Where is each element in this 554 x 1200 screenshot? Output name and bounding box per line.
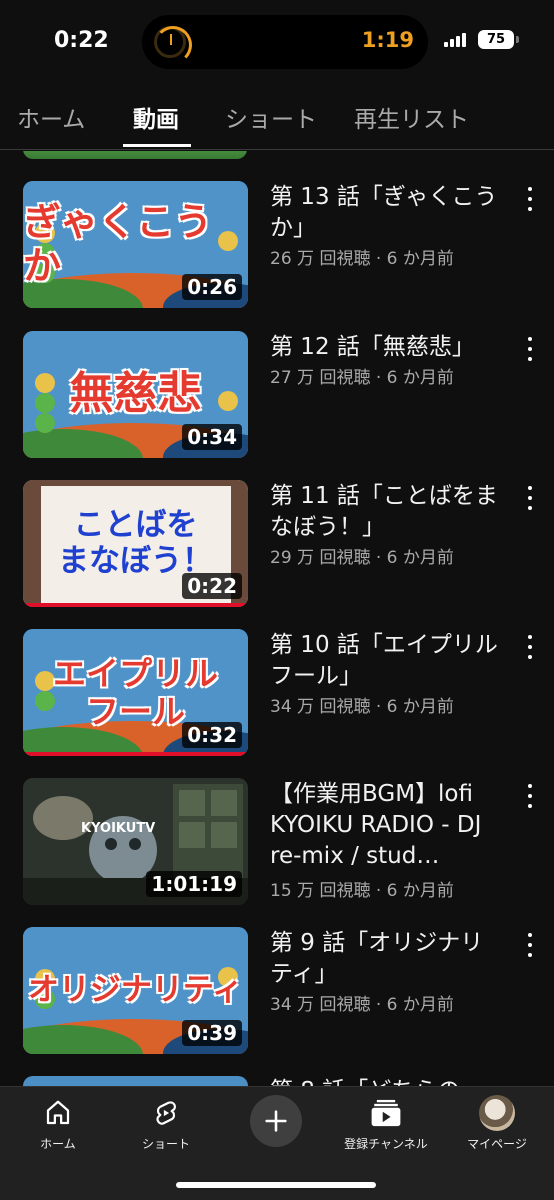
video-item[interactable]: KYOIKUTV 1:01:19 【作業用BGM】lofi KYOIKU RAD… — [0, 778, 554, 910]
status-time: 0:22 — [54, 28, 109, 53]
channel-tabs: ホーム 動画 ショート 再生リスト — [0, 84, 554, 150]
video-duration: 0:26 — [182, 274, 242, 300]
video-title[interactable]: 第 12 話「無慈悲」 — [270, 332, 506, 363]
video-duration: 1:01:19 — [146, 871, 242, 897]
video-duration: 0:32 — [182, 722, 242, 748]
more-options-icon[interactable] — [520, 635, 540, 659]
more-options-icon[interactable] — [520, 337, 540, 361]
nav-shorts[interactable]: ショート — [116, 1095, 216, 1152]
active-tab-indicator — [123, 144, 191, 147]
more-options-icon[interactable] — [520, 784, 540, 808]
video-title[interactable]: 【作業用BGM】lofi KYOIKU RADIO - DJ re-mix / … — [270, 779, 506, 872]
video-title[interactable]: 第 11 話「ことばをまなぼう！」 — [270, 481, 506, 543]
partial-video-thumbnail[interactable] — [23, 151, 247, 159]
nav-mypage-label: マイページ — [467, 1137, 527, 1151]
video-meta: 34 万 回視聴 · 6 か月前 — [270, 995, 454, 1015]
video-meta: 27 万 回視聴 · 6 か月前 — [270, 368, 454, 388]
nav-home[interactable]: ホーム — [8, 1095, 108, 1152]
subscriptions-icon — [336, 1095, 436, 1131]
video-meta: 34 万 回視聴 · 6 か月前 — [270, 697, 454, 717]
video-thumbnail[interactable]: KYOIKUTV 1:01:19 — [23, 778, 248, 905]
cellular-signal-icon — [444, 33, 466, 47]
nav-mypage[interactable]: マイページ — [447, 1095, 547, 1152]
create-button[interactable] — [250, 1095, 302, 1147]
video-item[interactable]: 無慈悲 0:34 第 12 話「無慈悲」 27 万 回視聴 · 6 か月前 — [0, 331, 554, 463]
video-thumbnail[interactable]: ぎゃくこうか 0:26 — [23, 181, 248, 308]
video-thumbnail[interactable]: オリジナリティ 0:39 — [23, 927, 248, 1054]
video-item[interactable]: ぎゃくこうか 0:26 第 13 話「ぎゃくこうか」 26 万 回視聴 · 6 … — [0, 181, 554, 313]
watch-progress-bar — [23, 752, 248, 756]
timer-icon — [154, 26, 192, 64]
nav-subscriptions-label: 登録チャンネル — [344, 1137, 428, 1151]
video-thumbnail[interactable]: 無慈悲 0:34 — [23, 331, 248, 458]
battery-icon: 75 — [478, 30, 514, 49]
video-title[interactable]: 第 10 話「エイプリルフール」 — [270, 630, 506, 692]
partial-video-title[interactable]: 第 8 話「どちらの — [270, 1071, 460, 1086]
island-timer-time: 1:19 — [361, 28, 414, 52]
watch-progress-bar — [23, 603, 248, 607]
tab-videos[interactable]: 動画 — [133, 100, 179, 134]
video-item[interactable]: オリジナリティ 0:39 第 9 話「オリジナリティ」 34 万 回視聴 · 6… — [0, 927, 554, 1059]
video-list[interactable]: ぎゃくこうか 0:26 第 13 話「ぎゃくこうか」 26 万 回視聴 · 6 … — [0, 151, 554, 1086]
video-meta: 26 万 回視聴 · 6 か月前 — [270, 249, 454, 269]
home-indicator[interactable] — [176, 1182, 376, 1188]
more-options-icon[interactable] — [520, 486, 540, 510]
battery-tip — [516, 36, 519, 43]
video-title[interactable]: 第 13 話「ぎゃくこうか」 — [270, 182, 506, 244]
more-options-icon[interactable] — [520, 933, 540, 957]
partial-video-thumbnail[interactable] — [23, 1076, 248, 1086]
video-duration: 0:22 — [182, 573, 242, 599]
more-options-icon[interactable] — [520, 187, 540, 211]
nav-shorts-label: ショート — [141, 1137, 190, 1151]
avatar — [479, 1095, 515, 1131]
video-item[interactable]: ことばを まなぼう！ 0:22 第 11 話「ことばをまなぼう！」 29 万 回… — [0, 480, 554, 612]
tab-home[interactable]: ホーム — [17, 100, 85, 134]
nav-home-label: ホーム — [40, 1137, 76, 1151]
video-duration: 0:39 — [182, 1020, 242, 1046]
home-icon — [8, 1095, 108, 1131]
tab-playlists[interactable]: 再生リスト — [354, 100, 469, 134]
plus-icon — [265, 1110, 287, 1132]
status-bar: 0:22 1:19 75 — [0, 0, 554, 84]
video-title[interactable]: 第 9 話「オリジナリティ」 — [270, 928, 506, 990]
video-thumbnail[interactable]: エイプリル フール 0:32 — [23, 629, 248, 756]
video-duration: 0:34 — [182, 424, 242, 450]
video-thumbnail[interactable]: ことばを まなぼう！ 0:22 — [23, 480, 248, 607]
dynamic-island: 1:19 — [142, 15, 428, 69]
shorts-icon — [116, 1095, 216, 1131]
video-meta: 29 万 回視聴 · 6 か月前 — [270, 548, 454, 568]
tab-shorts[interactable]: ショート — [225, 100, 317, 134]
video-item[interactable]: エイプリル フール 0:32 第 10 話「エイプリルフール」 34 万 回視聴… — [0, 629, 554, 761]
nav-subscriptions[interactable]: 登録チャンネル — [336, 1095, 436, 1152]
video-meta: 15 万 回視聴 · 6 か月前 — [270, 881, 454, 901]
